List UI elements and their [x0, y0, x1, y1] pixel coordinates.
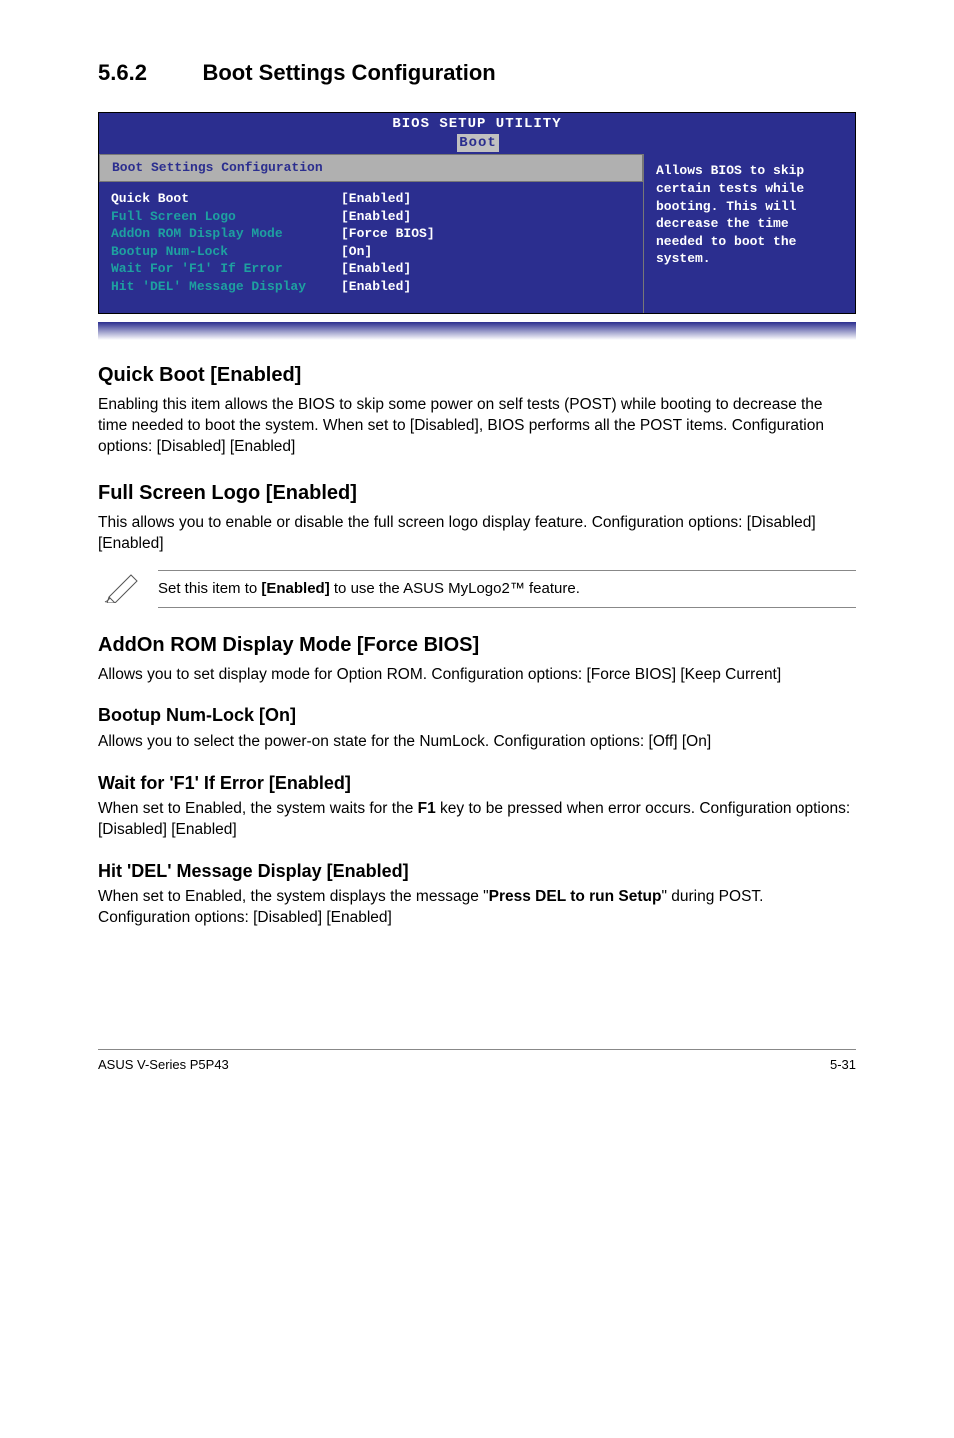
text-hitdel: When set to Enabled, the system displays…	[98, 887, 856, 929]
note-post: to use the ASUS MyLogo2™ feature.	[330, 580, 580, 597]
bios-help-text: Allows BIOS to skip certain tests while …	[656, 163, 804, 266]
bios-content: Boot Settings Configuration Quick Boot[E…	[99, 154, 855, 313]
bios-row: Quick Boot[Enabled]	[111, 190, 631, 208]
text-addon: Allows you to set display mode for Optio…	[98, 665, 856, 686]
waitf1-pre: When set to Enabled, the system waits fo…	[98, 800, 418, 817]
note-pre: Set this item to	[158, 580, 261, 597]
hitdel-bold: Press DEL to run Setup	[489, 888, 662, 905]
heading-hitdel: Hit 'DEL' Message Display [Enabled]	[98, 859, 856, 883]
bios-help-panel: Allows BIOS to skip certain tests while …	[643, 154, 855, 313]
bios-setting-value: [Enabled]	[341, 278, 411, 296]
text-full-screen: This allows you to enable or disable the…	[98, 513, 856, 555]
text-numlock: Allows you to select the power-on state …	[98, 732, 856, 753]
note-bold: [Enabled]	[261, 580, 329, 597]
bios-setting-label: Full Screen Logo	[111, 208, 341, 226]
footer-right: 5-31	[830, 1056, 856, 1074]
bios-setting-label: Quick Boot	[111, 190, 341, 208]
bios-title-bar: BIOS SETUP UTILITY Boot	[99, 113, 855, 155]
bios-setting-value: [Force BIOS]	[341, 225, 435, 243]
bios-row: AddOn ROM Display Mode[Force BIOS]	[111, 225, 631, 243]
bios-setting-value: [On]	[341, 243, 372, 261]
section-number: 5.6.2	[98, 58, 198, 88]
heading-waitf1: Wait for 'F1' If Error [Enabled]	[98, 771, 856, 795]
footer-left: ASUS V-Series P5P43	[98, 1056, 229, 1074]
bios-header-text: BIOS SETUP UTILITY	[392, 116, 561, 132]
bios-row: Bootup Num-Lock[On]	[111, 243, 631, 261]
bios-setting-value: [Enabled]	[341, 190, 411, 208]
bios-fade	[98, 322, 856, 340]
bios-setting-label: AddOn ROM Display Mode	[111, 225, 341, 243]
heading-full-screen: Full Screen Logo [Enabled]	[98, 480, 856, 507]
bios-setting-value: [Enabled]	[341, 208, 411, 226]
section-header: 5.6.2 Boot Settings Configuration	[98, 58, 856, 88]
bios-setting-label: Wait For 'F1' If Error	[111, 260, 341, 278]
bios-active-tab: Boot	[457, 134, 499, 153]
bios-row: Hit 'DEL' Message Display[Enabled]	[111, 278, 631, 296]
note-text: Set this item to [Enabled] to use the AS…	[158, 570, 856, 608]
hitdel-pre: When set to Enabled, the system displays…	[98, 888, 489, 905]
bios-setting-label: Hit 'DEL' Message Display	[111, 278, 341, 296]
bios-panel-title: Boot Settings Configuration	[99, 154, 643, 182]
waitf1-bold: F1	[418, 800, 436, 817]
heading-addon: AddOn ROM Display Mode [Force BIOS]	[98, 632, 856, 659]
bios-screenshot: BIOS SETUP UTILITY Boot Boot Settings Co…	[98, 112, 856, 315]
pencil-icon	[98, 569, 148, 610]
note-callout: Set this item to [Enabled] to use the AS…	[98, 569, 856, 610]
bios-left-panel: Boot Settings Configuration Quick Boot[E…	[99, 154, 643, 313]
bios-setting-label: Bootup Num-Lock	[111, 243, 341, 261]
heading-quick-boot: Quick Boot [Enabled]	[98, 362, 856, 389]
bios-settings-list: Quick Boot[Enabled] Full Screen Logo[Ena…	[111, 190, 631, 295]
bios-row: Wait For 'F1' If Error[Enabled]	[111, 260, 631, 278]
bios-setting-value: [Enabled]	[341, 260, 411, 278]
text-quick-boot: Enabling this item allows the BIOS to sk…	[98, 395, 856, 458]
section-title: Boot Settings Configuration	[202, 60, 495, 85]
text-waitf1: When set to Enabled, the system waits fo…	[98, 799, 856, 841]
page-footer: ASUS V-Series P5P43 5-31	[98, 1049, 856, 1074]
heading-numlock: Bootup Num-Lock [On]	[98, 703, 856, 727]
bios-row: Full Screen Logo[Enabled]	[111, 208, 631, 226]
